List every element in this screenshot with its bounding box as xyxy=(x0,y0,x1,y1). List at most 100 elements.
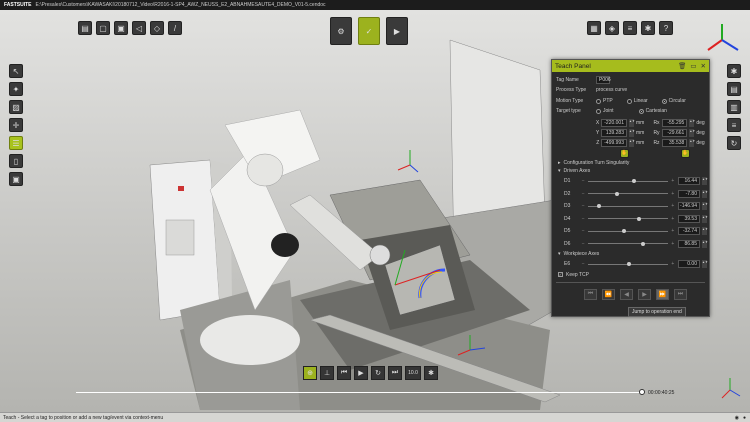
plus-icon[interactable]: + xyxy=(671,216,674,222)
plus-icon[interactable]: + xyxy=(671,261,674,267)
motion-linear-radio[interactable]: Linear xyxy=(626,98,648,104)
axis-value-field[interactable]: 39.53 xyxy=(678,214,700,223)
minimize-icon[interactable]: ▭ xyxy=(690,62,696,70)
axis-value-field[interactable]: -32.74 xyxy=(678,227,700,236)
rx-spinner[interactable]: ▲▼ xyxy=(689,119,695,127)
panel-icon[interactable]: ▣ xyxy=(9,172,23,186)
plus-icon[interactable]: + xyxy=(671,203,674,209)
slider-knob[interactable] xyxy=(621,229,626,234)
position-icon[interactable]: ✛ xyxy=(9,118,23,132)
layout-mode-icon[interactable]: ⚙ xyxy=(330,17,352,45)
layers-icon[interactable]: ≡ xyxy=(623,21,637,35)
simulate-mode-icon[interactable]: ▶ xyxy=(386,17,408,45)
redo-icon[interactable]: ◇ xyxy=(150,21,164,35)
driven-axes-toggle[interactable]: ▾ Driven Axes xyxy=(552,167,709,175)
speed-value[interactable]: 10.0 xyxy=(405,366,421,380)
target-cartesian-radio[interactable]: Cartesian xyxy=(638,108,667,114)
eye-icon[interactable]: ◉ xyxy=(735,415,739,421)
axis-spinner[interactable]: ▲▼ xyxy=(702,260,708,269)
help-icon[interactable]: ? xyxy=(659,21,673,35)
target-joint-radio[interactable]: Joint xyxy=(596,108,614,114)
minus-icon[interactable]: − xyxy=(582,203,585,209)
axis-spinner[interactable]: ▲▼ xyxy=(702,214,708,223)
axis-slider[interactable]: − + xyxy=(582,177,675,185)
pick-orientation-icon[interactable]: ✋ xyxy=(681,148,690,158)
y-field[interactable]: 139.283 xyxy=(601,129,627,137)
view-grid-icon[interactable]: ▦ xyxy=(587,21,601,35)
simulation-settings-icon[interactable]: ✱ xyxy=(424,366,438,380)
axis-spinner[interactable]: ▲▼ xyxy=(702,189,708,198)
x-field[interactable]: -220.001 xyxy=(601,119,627,127)
jump-to-end-button[interactable]: ⏩ xyxy=(656,288,669,300)
minus-icon[interactable]: − xyxy=(582,261,585,267)
slider-knob[interactable] xyxy=(615,191,620,196)
gear-icon[interactable]: ✱ xyxy=(727,64,741,78)
slider-knob[interactable] xyxy=(641,241,646,246)
minus-icon[interactable]: − xyxy=(582,216,585,222)
plus-icon[interactable]: + xyxy=(671,241,674,247)
x-spinner[interactable]: ▲▼ xyxy=(629,119,635,127)
cube-icon[interactable]: ◈ xyxy=(605,21,619,35)
axis-value-field[interactable]: -146.94 xyxy=(678,202,700,211)
loop-icon[interactable]: ↻ xyxy=(371,366,385,380)
sheet-icon[interactable]: ▤ xyxy=(727,82,741,96)
rx-field[interactable]: -55.295 xyxy=(661,119,688,127)
tag-name-field[interactable]: P006 xyxy=(596,76,611,84)
y-spinner[interactable]: ▲▼ xyxy=(629,129,635,137)
list-icon[interactable]: ≡ xyxy=(727,118,741,132)
keep-tcp-checkbox[interactable]: ✓ Keep TCP xyxy=(552,271,709,279)
jump-end-icon[interactable]: ⏭ xyxy=(388,366,402,380)
minus-icon[interactable]: − xyxy=(582,191,585,197)
motion-ptp-radio[interactable]: PTP xyxy=(596,98,613,104)
config-section-toggle[interactable]: ▸ Configuration Turn Singularity xyxy=(552,159,709,167)
axis-slider[interactable]: − + xyxy=(582,260,675,268)
axis-spinner[interactable]: ▲▼ xyxy=(702,239,708,248)
ry-spinner[interactable]: ▲▼ xyxy=(689,129,695,137)
jump-to-start-icon[interactable]: ⏮ xyxy=(584,288,597,300)
close-icon[interactable]: ✕ xyxy=(701,62,706,70)
plus-icon[interactable]: + xyxy=(671,228,674,234)
slider-knob[interactable] xyxy=(626,262,631,267)
slider-knob[interactable] xyxy=(597,204,602,209)
ry-field[interactable]: -29.661 xyxy=(661,129,688,137)
info-icon[interactable]: ● xyxy=(743,415,746,421)
frame-icon[interactable]: ▨ xyxy=(9,100,23,114)
plus-icon[interactable]: + xyxy=(671,178,674,184)
slider-knob[interactable] xyxy=(636,216,641,221)
plus-icon[interactable]: + xyxy=(671,191,674,197)
teach-list-icon[interactable]: ☰ xyxy=(9,136,23,150)
rz-spinner[interactable]: ▲▼ xyxy=(689,139,695,147)
axis-slider[interactable]: − + xyxy=(582,215,675,223)
open-icon[interactable]: ▤ xyxy=(78,21,92,35)
axis-spinner[interactable]: ▲▼ xyxy=(702,177,708,186)
axis-slider[interactable]: − + xyxy=(582,240,675,248)
document-icon[interactable]: ▯ xyxy=(9,154,23,168)
cycle-icon[interactable]: ↻ xyxy=(727,136,741,150)
slider-knob[interactable] xyxy=(631,179,636,184)
last-icon[interactable]: ⏭ xyxy=(674,288,687,300)
previous-icon[interactable]: ◀ xyxy=(620,288,633,300)
measure-icon[interactable]: / xyxy=(168,21,182,35)
teach-mode-icon[interactable]: ✓ xyxy=(358,17,380,45)
z-spinner[interactable]: ▲▼ xyxy=(629,139,635,147)
axis-value-field[interactable]: 86.85 xyxy=(678,239,700,248)
minus-icon[interactable]: − xyxy=(582,178,585,184)
notes-icon[interactable]: ▥ xyxy=(727,100,741,114)
pin-icon[interactable]: ⊥ xyxy=(320,366,334,380)
tag-icon[interactable]: ⊕ xyxy=(303,366,317,380)
axis-slider[interactable]: − + xyxy=(582,227,675,235)
select-icon[interactable]: ↖ xyxy=(9,64,23,78)
axis-value-field[interactable]: -7.80 xyxy=(678,189,700,198)
axis-slider[interactable]: − + xyxy=(582,202,675,210)
axis-slider[interactable]: − + xyxy=(582,190,675,198)
trash-icon[interactable]: 🗑 xyxy=(678,62,686,70)
new-icon[interactable]: ▢ xyxy=(96,21,110,35)
undo-icon[interactable]: ◁ xyxy=(132,21,146,35)
axis-spinner[interactable]: ▲▼ xyxy=(702,202,708,211)
snap-icon[interactable]: ✦ xyxy=(9,82,23,96)
z-field[interactable]: -499.993 xyxy=(601,139,627,147)
axis-value-field[interactable]: 0.00 xyxy=(678,260,700,269)
axis-spinner[interactable]: ▲▼ xyxy=(702,227,708,236)
next-icon[interactable]: ▶ xyxy=(638,288,651,300)
play-icon[interactable]: ▶ xyxy=(354,366,368,380)
